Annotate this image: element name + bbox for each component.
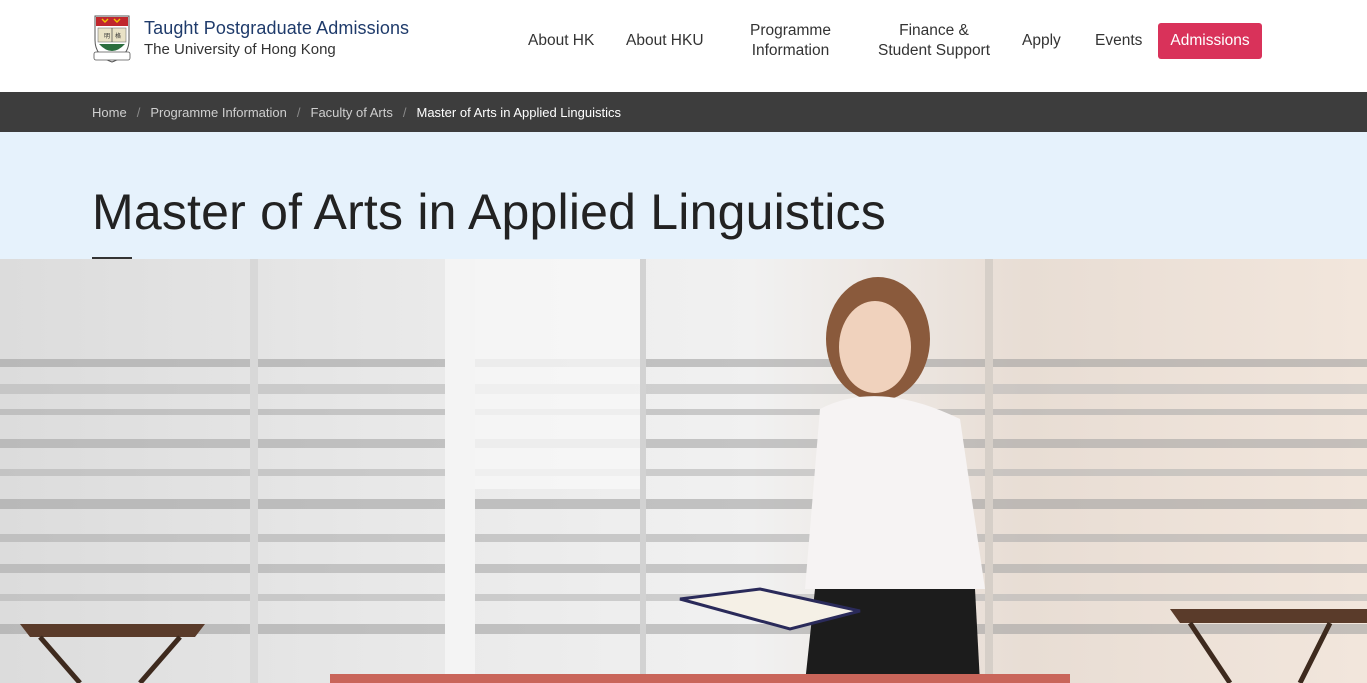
admissions-button[interactable]: Admissions xyxy=(1158,23,1262,59)
breadcrumb-programme-information[interactable]: Programme Information xyxy=(150,105,287,120)
breadcrumb-separator: / xyxy=(402,104,407,120)
nav-apply[interactable]: Apply xyxy=(1022,31,1061,51)
breadcrumb-separator: / xyxy=(136,104,141,120)
nav-finance-student-support[interactable]: Finance & Student Support xyxy=(878,21,990,61)
nav-about-hk[interactable]: About HK xyxy=(528,31,594,51)
breadcrumb-current: Master of Arts in Applied Linguistics xyxy=(416,104,622,120)
svg-text:格: 格 xyxy=(115,32,121,40)
site-header: 明 格 Taught Postgraduate Admissions The U… xyxy=(0,0,1367,92)
title-banner: Master of Arts in Applied Linguistics xyxy=(0,132,1367,259)
hku-crest-icon: 明 格 xyxy=(93,15,131,63)
page-title: Master of Arts in Applied Linguistics xyxy=(92,184,886,240)
hero-photo-illustration xyxy=(0,259,1367,683)
nav-finance-line2: Student Support xyxy=(878,42,991,59)
nav-finance-line1: Finance & xyxy=(899,22,969,39)
breadcrumb-home[interactable]: Home xyxy=(92,105,127,120)
brand-subtitle: The University of Hong Kong xyxy=(144,41,336,58)
breadcrumb-faculty-of-arts[interactable]: Faculty of Arts xyxy=(311,105,393,120)
nav-events[interactable]: Events xyxy=(1095,31,1142,51)
svg-text:明: 明 xyxy=(104,33,110,40)
breadcrumb: Home / Programme Information / Faculty o… xyxy=(0,92,1367,132)
breadcrumb-trail: Home / Programme Information / Faculty o… xyxy=(92,92,621,132)
nav-programme-line1: Programme xyxy=(750,22,831,39)
nav-about-hku[interactable]: About HKU xyxy=(626,31,704,51)
nav-programme-information[interactable]: Programme Information xyxy=(750,21,831,61)
logo-link[interactable]: 明 格 Taught Postgraduate Admissions The U… xyxy=(92,14,409,64)
brand-title: Taught Postgraduate Admissions xyxy=(144,18,410,38)
hero-image xyxy=(0,259,1367,683)
breadcrumb-separator: / xyxy=(296,104,301,120)
nav-programme-line2: Information xyxy=(751,42,830,59)
